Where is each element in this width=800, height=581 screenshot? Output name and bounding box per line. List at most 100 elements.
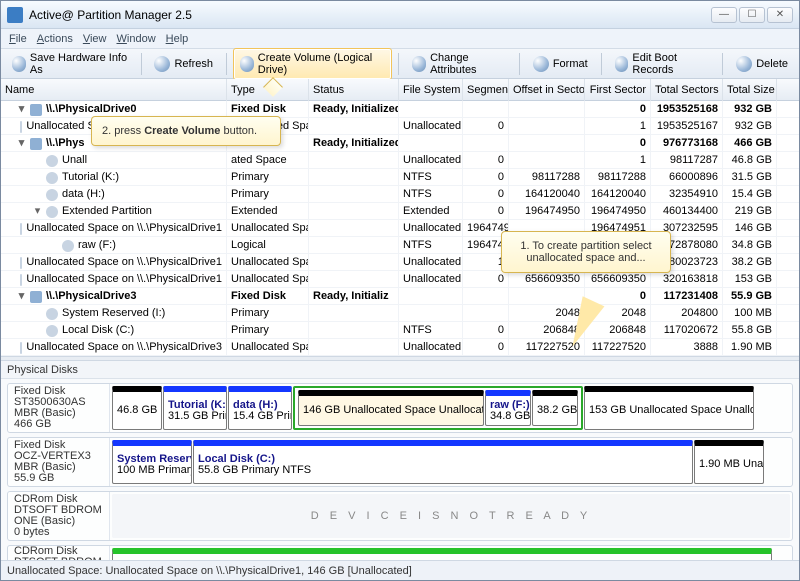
disk-block: CDRom DiskDTSOFT BDROM xyxy=(7,545,793,560)
segment-row xyxy=(110,546,792,560)
window-title: Active@ Partition Manager 2.5 xyxy=(29,8,711,22)
attributes-icon xyxy=(412,56,426,72)
separator xyxy=(519,53,520,75)
table-row[interactable]: raw (F:)LogicalNTFS196474950307232596503… xyxy=(1,237,799,254)
table-row[interactable]: ▾\\.\PhysicalDrive3Fixed DiskReady, Init… xyxy=(1,288,799,305)
row-name: Local Disk (C:) xyxy=(62,322,134,339)
disk-icon xyxy=(12,56,26,72)
tree-toggle[interactable]: ▾ xyxy=(17,139,26,148)
save-hardware-info-button[interactable]: Save Hardware Info As xyxy=(5,48,135,80)
format-button[interactable]: Format xyxy=(526,52,595,76)
disk-meta: Fixed DiskOCZ-VERTEX3MBR (Basic)55.9 GB xyxy=(8,438,110,486)
col-first-sector[interactable]: First Sector xyxy=(585,79,651,101)
table-row[interactable]: Unallocated Space on \\.\PhysicalDrive1U… xyxy=(1,254,799,271)
menu-window[interactable]: Window xyxy=(117,33,156,45)
partition-icon xyxy=(46,206,58,218)
separator xyxy=(722,53,723,75)
partition-segment[interactable]: Tutorial (K:)31.5 GB Primar xyxy=(163,386,227,430)
create-volume-icon xyxy=(240,56,254,72)
partition-segment[interactable]: Local Disk (C:)55.8 GB Primary NTFS xyxy=(193,440,693,484)
menubar: File Actions View Window Help xyxy=(1,29,799,49)
partition-segment[interactable]: System Reserve100 MB Primary N xyxy=(112,440,192,484)
segment-row: System Reserve100 MB Primary NLocal Disk… xyxy=(110,438,792,486)
row-name: System Reserved (I:) xyxy=(62,305,165,322)
table-row[interactable]: data (H:)PrimaryNTFS01641200401641200403… xyxy=(1,186,799,203)
partition-segment[interactable]: data (H:)15.4 GB Primar xyxy=(228,386,292,430)
table-row[interactable]: ▾Extended PartitionExtendedExtended01964… xyxy=(1,203,799,220)
tree-toggle[interactable]: ▾ xyxy=(33,207,42,216)
disk-icon xyxy=(30,291,42,303)
partition-segment[interactable]: 146 GB Unallocated Space Unallocated xyxy=(298,390,484,426)
row-name: Unallocated Space on \\.\PhysicalDrive1 xyxy=(26,254,222,271)
table-row[interactable]: Tutorial (K:)PrimaryNTFS0981172889811728… xyxy=(1,169,799,186)
edit-boot-records-button[interactable]: Edit Boot Records xyxy=(608,48,717,80)
partition-segment[interactable]: 153 GB Unallocated Space Unalloca xyxy=(584,386,754,430)
partition-icon xyxy=(20,342,22,354)
change-attributes-button[interactable]: Change Attributes xyxy=(405,48,513,80)
col-total-size[interactable]: Total Size xyxy=(723,79,777,101)
col-total-sectors[interactable]: Total Sectors xyxy=(651,79,723,101)
disk-meta: Fixed DiskST3500630ASMBR (Basic)466 GB xyxy=(8,384,110,432)
partition-segment[interactable]: raw (F:)34.8 GB xyxy=(485,390,531,426)
menu-help[interactable]: Help xyxy=(166,33,189,45)
row-name: Unallocated Space on \\.\PhysicalDrive3 xyxy=(26,339,222,356)
grid-header: Name Type Status File System Segment Off… xyxy=(1,79,799,101)
minimize-button[interactable]: — xyxy=(711,7,737,23)
col-status[interactable]: Status xyxy=(309,79,399,101)
toolbar: Save Hardware Info As Refresh Create Vol… xyxy=(1,49,799,79)
row-name: Unallocated Space on \\.\PhysicalDrive1 xyxy=(26,271,222,288)
col-segment[interactable]: Segment xyxy=(463,79,509,101)
segment-row: 46.8 GB UnallocTutorial (K:)31.5 GB Prim… xyxy=(110,384,792,432)
partition-segment[interactable]: 46.8 GB Unalloc xyxy=(112,386,162,430)
partition-icon xyxy=(46,172,58,184)
col-filesystem[interactable]: File System xyxy=(399,79,463,101)
menu-file[interactable]: File xyxy=(9,33,27,45)
app-window: Active@ Partition Manager 2.5 — ☐ ✕ File… xyxy=(0,0,800,581)
table-row[interactable]: Unallocated Space on \\.\PhysicalDrive3U… xyxy=(1,339,799,356)
table-row[interactable]: Local Disk (C:)PrimaryNTFS02068482068481… xyxy=(1,322,799,339)
delete-icon xyxy=(736,56,752,72)
separator xyxy=(398,53,399,75)
partition-icon xyxy=(20,223,22,235)
refresh-button[interactable]: Refresh xyxy=(147,52,220,76)
table-row[interactable]: Unallated SpaceUnallocated019811728746.8… xyxy=(1,152,799,169)
partition-icon xyxy=(46,308,58,320)
delete-button[interactable]: Delete xyxy=(729,52,795,76)
statusbar: Unallocated Space: Unallocated Space on … xyxy=(1,560,799,580)
row-name: \\.\PhysicalDrive3 xyxy=(46,288,137,305)
partition-segment[interactable] xyxy=(112,548,772,560)
row-name: raw (F:) xyxy=(78,237,116,254)
row-name: Unallocated Space on \\.\PhysicalDrive1 xyxy=(26,220,222,237)
disk-block: Fixed DiskST3500630ASMBR (Basic)466 GB46… xyxy=(7,383,793,433)
table-row[interactable]: Unallocated Space on \\.\PhysicalDrive1U… xyxy=(1,220,799,237)
disk-block: Fixed DiskOCZ-VERTEX3MBR (Basic)55.9 GBS… xyxy=(7,437,793,487)
main-area: Name Type Status File System Segment Off… xyxy=(1,79,799,560)
partition-segment[interactable]: 146 GB Unallocated Space Unallocatedraw … xyxy=(293,386,583,430)
tree-toggle[interactable]: ▾ xyxy=(17,105,26,114)
disk-meta: CDRom DiskDTSOFT BDROMONE (Basic)0 bytes xyxy=(8,492,110,540)
disk-icon xyxy=(30,138,42,150)
callout-step-1: 1. To create partition select unallocate… xyxy=(501,231,671,273)
partition-segment[interactable]: 1.90 MB Unalloc xyxy=(694,440,764,484)
menu-actions[interactable]: Actions xyxy=(37,33,73,45)
col-offset[interactable]: Offset in Sectors xyxy=(509,79,585,101)
partition-icon xyxy=(20,257,22,269)
table-row[interactable]: Unallocated Space on \\.\PhysicalDrive1U… xyxy=(1,271,799,288)
menu-view[interactable]: View xyxy=(83,33,107,45)
app-icon xyxy=(7,7,23,23)
row-name: Unall xyxy=(62,152,87,169)
partition-icon xyxy=(46,189,58,201)
device-not-ready: D E V I C E I S N O T R E A D Y xyxy=(112,494,790,538)
tree-toggle[interactable]: ▾ xyxy=(17,292,26,301)
partition-icon xyxy=(62,240,74,252)
col-name[interactable]: Name xyxy=(1,79,227,101)
table-row[interactable]: System Reserved (I:)Primary2048204820480… xyxy=(1,305,799,322)
create-volume-button[interactable]: Create Volume (Logical Drive) xyxy=(233,48,392,80)
physical-disks-panel: Fixed DiskST3500630ASMBR (Basic)466 GB46… xyxy=(1,379,799,560)
maximize-button[interactable]: ☐ xyxy=(739,7,765,23)
disk-block: CDRom DiskDTSOFT BDROMONE (Basic)0 bytes… xyxy=(7,491,793,541)
partition-segment[interactable]: 38.2 GB xyxy=(532,390,578,426)
titlebar[interactable]: Active@ Partition Manager 2.5 — ☐ ✕ xyxy=(1,1,799,29)
partition-icon xyxy=(46,155,58,167)
close-button[interactable]: ✕ xyxy=(767,7,793,23)
